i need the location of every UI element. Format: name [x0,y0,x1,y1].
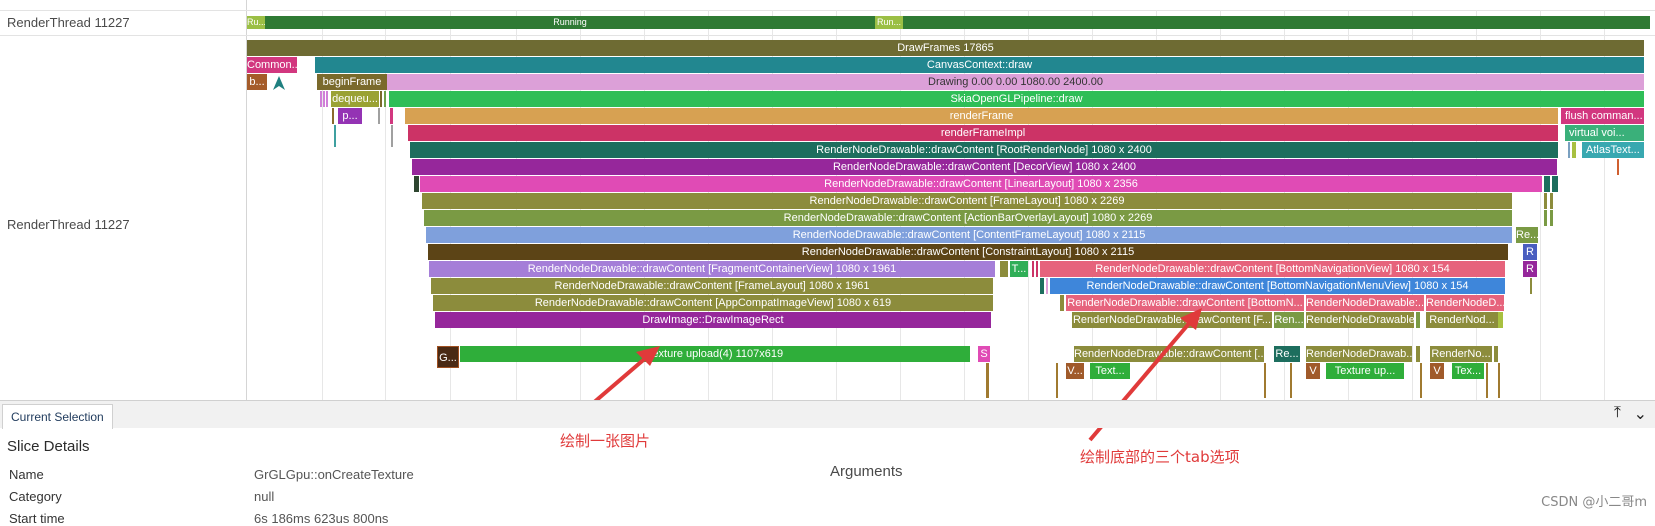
watermark: CSDN @小二哥m [1541,495,1647,510]
slice-details-title: Slice Details [7,438,90,455]
detail-key-category: Category [9,489,62,504]
detail-value-start-time: 6s 186ms 623us 800ns [254,511,389,526]
annotation-left: 绘制一张图片 [560,432,651,450]
detail-value-category: null [254,489,275,504]
annotation-right: 绘制底部的三个tab选项 [1080,448,1240,466]
detail-key-name: Name [9,467,44,482]
tab-current-selection[interactable]: Current Selection [2,404,113,429]
detail-value-name: GrGLGpu::onCreateTexture [254,467,414,482]
chevron-down-icon[interactable]: ⌄ [1634,404,1647,424]
annotation-arrows [583,308,1202,442]
details-panel-tabs: Current Selection ⤒ ⌄ [0,400,1655,429]
arguments-heading: Arguments [830,463,903,480]
detail-key-start-time: Start time [9,511,65,526]
pin-top-icon[interactable]: ⤒ [1614,404,1621,422]
